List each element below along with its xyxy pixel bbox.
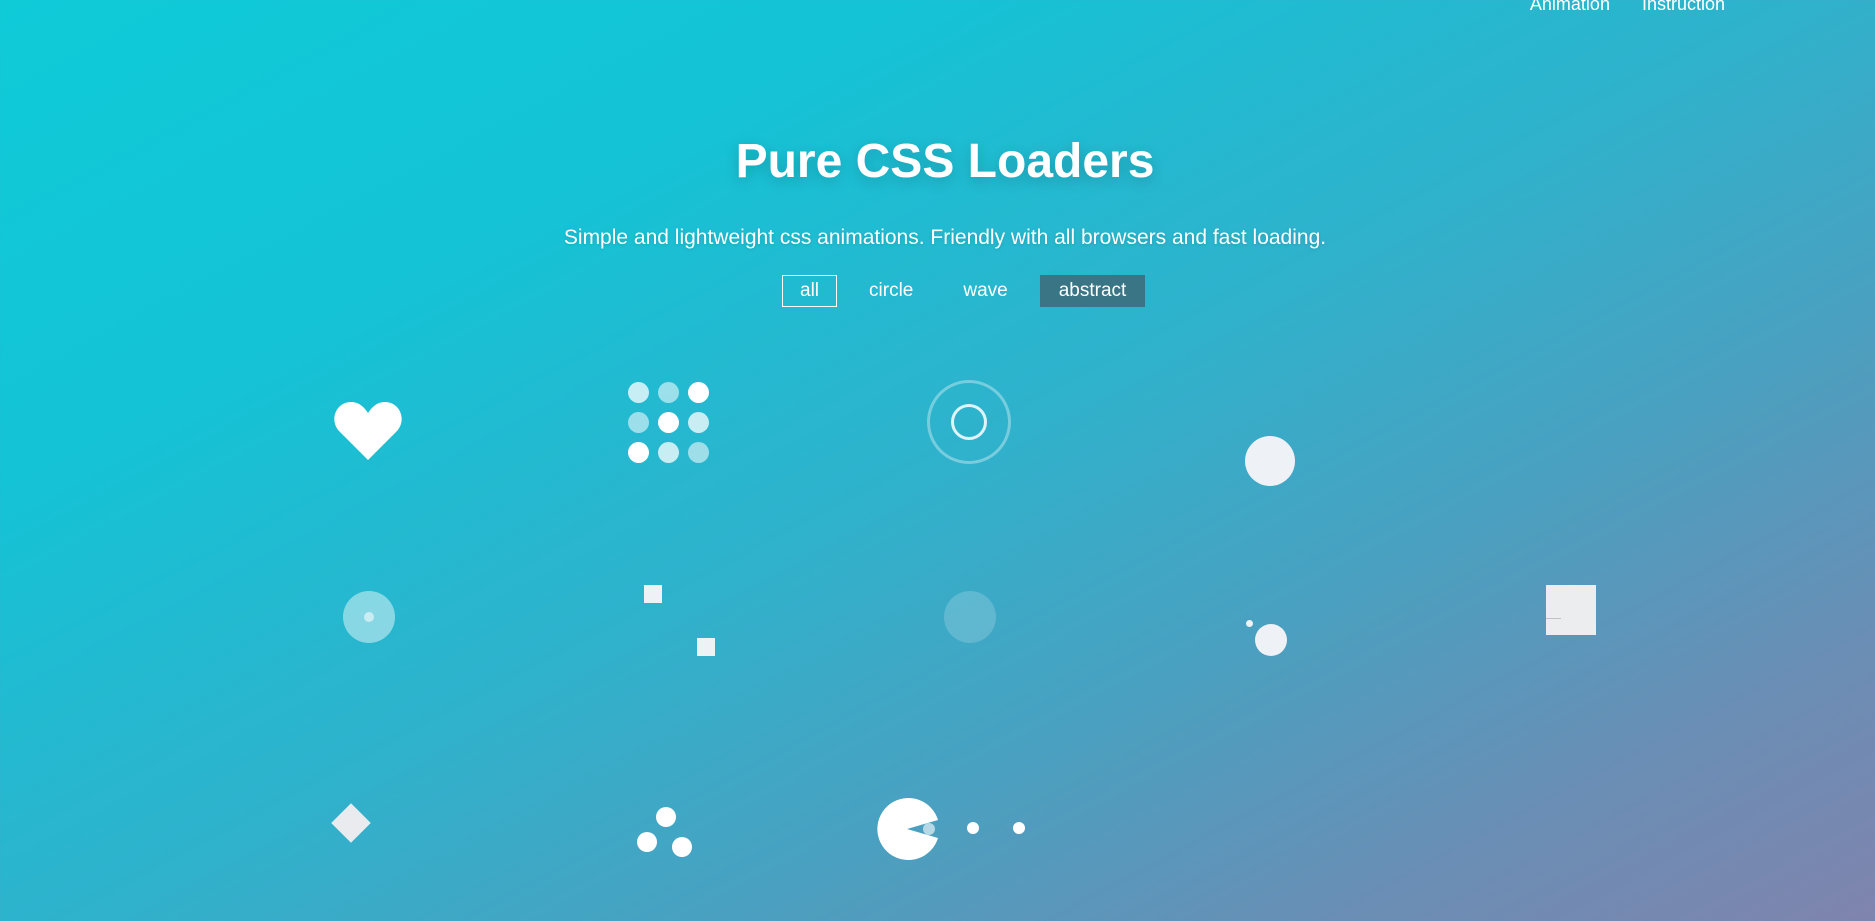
inner-ring	[951, 404, 987, 440]
page-title: Pure CSS Loaders	[735, 135, 1155, 188]
grid-dot	[628, 412, 649, 433]
grid-dot	[688, 442, 709, 463]
heart-icon	[334, 402, 402, 460]
grid-dot	[628, 442, 649, 463]
orbit-dots-loader-icon[interactable]	[1255, 624, 1287, 656]
filter-abstract[interactable]: abstract	[1039, 275, 1146, 307]
grid-dot	[628, 382, 649, 403]
filter-circle[interactable]: circle	[851, 275, 931, 307]
bouncing-dot-loader-icon[interactable]	[1245, 436, 1295, 486]
triple-dots-loader-icon[interactable]	[656, 807, 676, 827]
moving-square-secondary-icon[interactable]	[697, 638, 715, 656]
grid-dot	[658, 382, 679, 403]
pellet-icon	[967, 822, 979, 834]
diamond-loader-icon[interactable]	[331, 803, 371, 843]
grid-dot	[688, 382, 709, 403]
nav-link-animation[interactable]: Animation	[1530, 0, 1610, 15]
filter-wave[interactable]: wave	[945, 275, 1025, 307]
grid-dot	[658, 442, 679, 463]
target-ring-loader-icon[interactable]	[927, 380, 1011, 464]
pulse-circle-loader-icon[interactable]	[343, 591, 395, 643]
filter-all[interactable]: all	[782, 275, 838, 307]
grid-dot	[658, 412, 679, 433]
top-nav: Animation Instruction	[1530, 0, 1725, 15]
orbit-small-dot-icon	[1246, 620, 1253, 627]
pacman-icon	[877, 798, 938, 860]
pacman-loader-icon[interactable]	[874, 796, 940, 862]
triple-dot-left-icon	[637, 832, 657, 852]
pulse-core	[364, 612, 374, 622]
pellet-icon	[1013, 822, 1025, 834]
page-subtitle: Simple and lightweight css animations. F…	[563, 226, 1327, 249]
fading-circle-loader-icon[interactable]	[944, 591, 996, 643]
box-fold-line	[1546, 618, 1561, 619]
filter-tabs: all circle wave abstract	[782, 275, 1146, 307]
triple-dot-right-icon	[672, 837, 692, 857]
nav-link-instruction[interactable]: Instruction	[1642, 0, 1725, 15]
folding-box-loader-icon[interactable]	[1546, 585, 1596, 635]
heart-loader-icon[interactable]	[333, 398, 403, 462]
dot-grid-loader-icon[interactable]	[628, 382, 710, 464]
grid-dot	[688, 412, 709, 433]
moving-squares-loader-icon[interactable]	[644, 585, 662, 603]
